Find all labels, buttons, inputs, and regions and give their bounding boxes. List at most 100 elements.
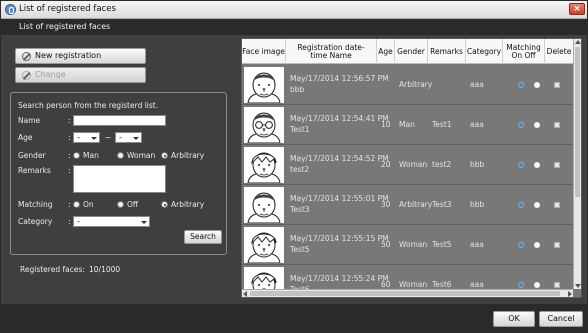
vertical-scroll-thumb[interactable] <box>575 47 580 197</box>
col-age[interactable]: Age <box>377 39 395 64</box>
row-gender: Woman <box>399 160 428 169</box>
table-row[interactable]: May/17/2014 12:55:01 PM Test3 30 Arbitrary T… <box>242 185 573 225</box>
row-gender: Arbitrary <box>399 80 433 89</box>
age-colon: : <box>68 133 71 142</box>
age-to-value: - <box>119 133 122 142</box>
header-bar: List of registered faces <box>1 19 587 35</box>
matching-off-radio[interactable] <box>534 122 540 128</box>
gender-arbitrary-label: Arbitrary <box>171 151 205 160</box>
age-separator: ~ <box>105 133 112 142</box>
matching-on-label: On <box>83 200 94 209</box>
col-delete[interactable]: Delete <box>545 39 573 64</box>
close-button[interactable]: × <box>569 3 585 15</box>
new-registration-label: New registration <box>35 51 102 60</box>
row-category: bbb <box>470 200 485 209</box>
row-category: aaa <box>470 280 484 289</box>
matching-off-radio[interactable] <box>117 201 124 208</box>
name-input[interactable] <box>73 115 166 126</box>
remarks-input[interactable] <box>73 165 166 193</box>
matching-on-icon[interactable] <box>518 242 524 248</box>
row-name: Test3 <box>290 205 310 214</box>
row-category: bbb <box>470 160 485 169</box>
matching-off-radio[interactable] <box>534 202 540 208</box>
matching-on-icon[interactable] <box>518 202 524 208</box>
matching-off-radio[interactable] <box>534 82 540 88</box>
registered-faces-count: 10/1000 <box>89 265 121 274</box>
row-gender: Man <box>399 120 415 129</box>
delete-checkbox[interactable] <box>554 162 560 168</box>
delete-checkbox[interactable] <box>554 82 560 88</box>
matching-arbitrary-label: Arbitrary <box>171 200 205 209</box>
row-age: 50 <box>381 240 391 249</box>
age-to-select[interactable]: - <box>115 132 142 143</box>
age-label: Age <box>18 133 33 142</box>
title-bar[interactable]: List of registered faces × <box>1 1 587 19</box>
matching-off-radio[interactable] <box>534 242 540 248</box>
matching-on-icon[interactable] <box>518 282 524 288</box>
col-matching[interactable]: Matching On Off <box>503 39 545 64</box>
gender-arbitrary-radio[interactable] <box>161 152 168 159</box>
col-face-image[interactable]: Face image <box>242 39 286 64</box>
scroll-right-arrow-icon[interactable] <box>568 291 572 297</box>
app-window: List of registered faces × List of regis… <box>0 0 588 333</box>
category-label: Category <box>18 217 53 226</box>
matching-on-icon[interactable] <box>518 82 524 88</box>
row-name: Test5 <box>290 245 310 254</box>
vertical-scrollbar[interactable] <box>573 39 581 289</box>
ok-button[interactable]: OK <box>493 311 535 327</box>
scroll-up-arrow-icon[interactable] <box>575 40 581 44</box>
search-button[interactable]: Search <box>184 230 222 244</box>
row-gender: Woman <box>399 240 428 249</box>
change-label: Change <box>35 70 66 79</box>
matching-off-radio[interactable] <box>534 162 540 168</box>
remarks-label: Remarks <box>18 166 51 175</box>
faces-table: Face image Registration date-time Name A… <box>241 38 582 298</box>
table-row[interactable]: May/17/2014 12:54:41 PM Test1 10 Man Test1 aa… <box>242 105 573 145</box>
table-row[interactable]: May/17/2014 12:55:15 PM Test5 50 Woman Test5… <box>242 225 573 265</box>
row-category: aaa <box>470 240 484 249</box>
row-name: Test1 <box>290 125 310 134</box>
chevron-down-icon <box>141 221 147 224</box>
col-category[interactable]: Category <box>466 39 503 64</box>
cancel-button[interactable]: Cancel <box>539 311 583 327</box>
gender-woman-radio[interactable] <box>117 152 124 159</box>
category-value: - <box>77 217 80 226</box>
row-gender: Arbitrary <box>399 200 433 209</box>
change-button[interactable]: Change <box>15 67 146 83</box>
matching-on-radio[interactable] <box>73 201 80 208</box>
face-image <box>244 107 284 144</box>
row-datetime: May/17/2014 12:55:01 PM <box>290 194 389 203</box>
scroll-left-arrow-icon[interactable] <box>243 291 247 297</box>
row-remarks: test2 <box>432 160 452 169</box>
row-name: bbb <box>290 85 305 94</box>
scroll-down-arrow-icon[interactable] <box>575 284 581 288</box>
gender-man-radio[interactable] <box>73 152 80 159</box>
col-gender[interactable]: Gender <box>395 39 428 64</box>
col-remarks[interactable]: Remarks <box>428 39 466 64</box>
row-remarks: Test3 <box>432 200 452 209</box>
delete-checkbox[interactable] <box>554 202 560 208</box>
row-gender: Woman <box>399 280 428 289</box>
delete-checkbox[interactable] <box>554 242 560 248</box>
matching-arbitrary-radio[interactable] <box>161 201 168 208</box>
matching-off-radio[interactable] <box>534 282 540 288</box>
app-icon <box>5 4 16 15</box>
age-from-select[interactable]: - <box>73 132 100 143</box>
category-select[interactable]: - <box>73 216 150 227</box>
col-registration-datetime[interactable]: Registration date-time Name <box>286 39 377 64</box>
new-registration-button[interactable]: New registration <box>15 48 146 64</box>
matching-off-label: Off <box>127 200 139 209</box>
delete-checkbox[interactable] <box>554 282 560 288</box>
gender-colon: : <box>68 151 71 160</box>
horizontal-scroll-thumb[interactable] <box>250 291 560 296</box>
matching-on-icon[interactable] <box>518 122 524 128</box>
horizontal-scrollbar[interactable] <box>242 289 573 297</box>
delete-checkbox[interactable] <box>554 122 560 128</box>
table-row[interactable]: May/17/2014 12:54:52 PM test2 20 Woman test2… <box>242 145 573 185</box>
row-name: test2 <box>290 165 310 174</box>
category-colon: : <box>68 217 71 226</box>
row-datetime: May/17/2014 12:56:57 PM <box>290 74 389 83</box>
table-row[interactable]: May/17/2014 12:56:57 PM bbb Arbitrary aaa <box>242 65 573 105</box>
change-icon <box>22 71 31 80</box>
matching-on-icon[interactable] <box>518 162 524 168</box>
